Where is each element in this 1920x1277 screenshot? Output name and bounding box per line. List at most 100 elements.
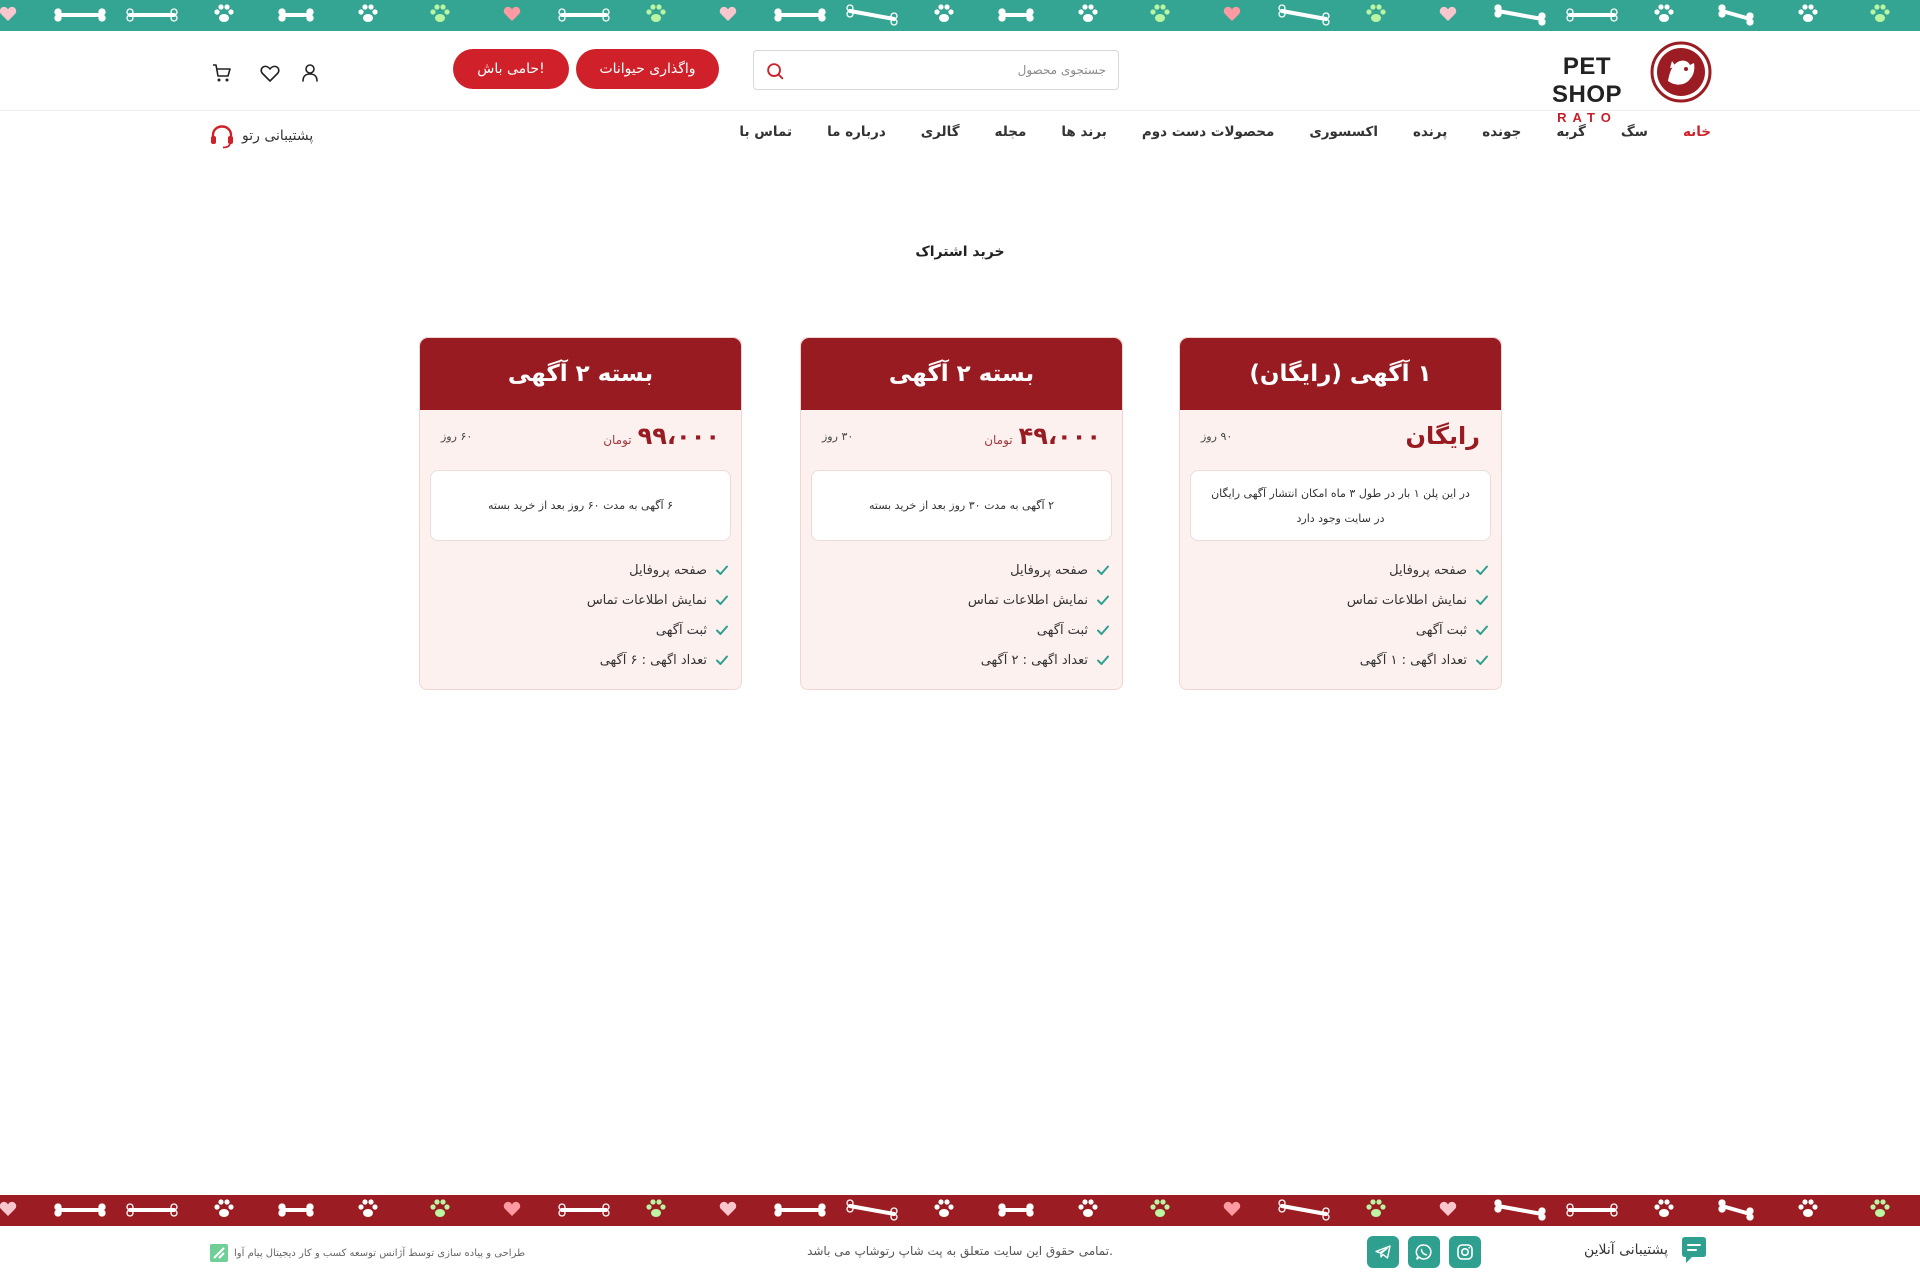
plan-feature-label: تعداد اگهی : ۶ آگهی: [599, 652, 707, 668]
heart-icon: [503, 1201, 521, 1216]
nav-item-gallery[interactable]: گالری: [921, 124, 960, 140]
search-input[interactable]: [806, 51, 1106, 89]
bone-icon: [558, 1203, 610, 1217]
heart-icon: [1439, 1201, 1457, 1216]
paw-icon: [214, 1199, 234, 1217]
support-link[interactable]: پشتیبانی رتو: [208, 122, 313, 150]
check-icon: [1097, 625, 1109, 635]
plan-title: ۱ آگهی (رایگان): [1180, 338, 1501, 410]
bone-icon: [1718, 1199, 1754, 1221]
paw-icon: [358, 4, 378, 22]
page-title: خرید اشتراک: [915, 244, 1005, 260]
nav-item-home[interactable]: خانه: [1683, 124, 1711, 140]
nav-item-accessory[interactable]: اکسسوری: [1309, 124, 1378, 140]
nav-item-magazine[interactable]: مجله: [995, 124, 1027, 140]
paw-icon: [1654, 1199, 1674, 1217]
plan-feature-list: صفحه پروفایل نمایش اطلاعات تماس ثبت آگهی…: [420, 555, 729, 675]
bone-icon: [278, 8, 314, 22]
paw-icon: [1798, 1199, 1818, 1217]
bone-icon: [126, 1203, 178, 1217]
check-icon: [1097, 655, 1109, 665]
check-icon: [1097, 595, 1109, 605]
support-label: پشتیبانی رتو: [242, 128, 314, 144]
heart-icon: [260, 65, 280, 82]
heart-icon: [1439, 6, 1457, 21]
adopt-pets-button[interactable]: واگذاری حیوانات: [576, 49, 719, 89]
paw-icon: [430, 4, 450, 22]
top-pattern-strip: [0, 0, 1920, 31]
paw-icon: [1654, 4, 1674, 22]
plan-card-2: بسته ۲ آگهی ۴۹،۰۰۰ تومان ۳۰ روز ۲ آگهی به…: [800, 337, 1123, 690]
bone-icon: [774, 1203, 826, 1217]
paw-icon: [1150, 4, 1170, 22]
heart-icon: [0, 1201, 17, 1216]
bone-icon: [1494, 1199, 1546, 1221]
bone-icon: [126, 8, 178, 22]
plan-feature: ثبت آگهی: [1180, 615, 1489, 645]
bone-icon: [998, 1203, 1034, 1217]
nav-item-brands[interactable]: برند ها: [1061, 124, 1106, 140]
nav-item-contact[interactable]: تماس با: [739, 124, 792, 140]
nav-item-rodent[interactable]: جونده: [1482, 124, 1521, 140]
plan-feature: نمایش اطلاعات تماس: [420, 585, 729, 615]
plan-price-value: ۴۹،۰۰۰: [1018, 422, 1101, 450]
sponsor-button[interactable]: حامی باش!: [453, 49, 569, 89]
plan-feature-label: ثبت آگهی: [655, 622, 707, 638]
plan-feature-list: صفحه پروفایل نمایش اطلاعات تماس ثبت آگهی…: [801, 555, 1110, 675]
plan-feature-label: نمایش اطلاعات تماس: [1346, 592, 1467, 608]
plan-feature-label: صفحه پروفایل: [1389, 562, 1467, 578]
bone-icon: [1718, 4, 1754, 26]
check-icon: [1476, 565, 1488, 575]
plan-feature-label: ثبت آگهی: [1415, 622, 1467, 638]
paw-icon: [358, 1199, 378, 1217]
plan-price-value: رایگان: [1405, 422, 1480, 450]
plan-feature: نمایش اطلاعات تماس: [1180, 585, 1489, 615]
bone-icon: [1566, 1203, 1618, 1217]
check-icon: [716, 625, 728, 635]
site-header: PET SHOP RATO واگذاری حیوانات حامی باش!: [0, 31, 1920, 125]
heart-icon: [1223, 6, 1241, 21]
plan-card-3: بسته ۲ آگهی ۹۹،۰۰۰ تومان ۶۰ روز ۶ آگهی به…: [419, 337, 742, 690]
pet-logo-icon: [1650, 41, 1712, 103]
plan-feature-label: نمایش اطلاعات تماس: [967, 592, 1088, 608]
designer-logo-icon: [210, 1244, 228, 1262]
plan-price-row: ۴۹،۰۰۰ تومان ۳۰ روز: [801, 410, 1122, 470]
paw-icon: [430, 1199, 450, 1217]
plan-price: رایگان: [1399, 422, 1480, 450]
heart-icon: [0, 6, 17, 21]
bone-icon: [998, 8, 1034, 22]
user-account-link[interactable]: [298, 61, 322, 85]
nav-item-about[interactable]: درباره ما: [827, 124, 886, 140]
check-icon: [716, 565, 728, 575]
plan-feature-list: صفحه پروفایل نمایش اطلاعات تماس ثبت آگهی…: [1180, 555, 1489, 675]
check-icon: [1097, 565, 1109, 575]
site-logo[interactable]: PET SHOP RATO: [1530, 41, 1712, 125]
nav-item-dog[interactable]: سگ: [1621, 124, 1648, 140]
plan-feature-label: تعداد اگهی : ۱ آگهی: [1359, 652, 1467, 668]
plan-feature: نمایش اطلاعات تماس: [801, 585, 1110, 615]
bone-icon: [846, 4, 898, 26]
plan-duration: ۶۰ روز: [441, 430, 473, 443]
bone-icon: [1278, 4, 1330, 26]
check-icon: [1476, 595, 1488, 605]
plan-duration: ۹۰ روز: [1201, 430, 1233, 443]
plan-currency: تومان: [603, 433, 632, 447]
designer-credit[interactable]: طراحی و پیاده سازی توسط آژانس توسعه کسب …: [210, 1244, 525, 1262]
bone-icon: [54, 8, 106, 22]
nav-item-second-hand[interactable]: محصولات دست دوم: [1142, 124, 1275, 140]
designer-credit-label: طراحی و پیاده سازی توسط آژانس توسعه کسب …: [234, 1247, 526, 1259]
search-icon[interactable]: [764, 60, 786, 82]
nav-item-bird[interactable]: پرنده: [1413, 124, 1447, 140]
bone-icon: [1278, 1199, 1330, 1221]
plan-price-row: رایگان ۹۰ روز: [1180, 410, 1501, 470]
bone-icon: [1494, 4, 1546, 26]
nav-item-cat[interactable]: گربه: [1556, 124, 1586, 140]
main-navigation: خانه سگ گربه جونده پرنده اکسسوری محصولات…: [0, 112, 1920, 158]
plan-feature: ثبت آگهی: [801, 615, 1110, 645]
cart-link[interactable]: [210, 61, 234, 85]
pattern-icons: [0, 4, 1890, 26]
paw-icon: [1870, 1199, 1890, 1217]
bone-icon: [1566, 8, 1618, 22]
heart-icon: [719, 1201, 737, 1216]
wishlist-link[interactable]: [258, 61, 282, 85]
